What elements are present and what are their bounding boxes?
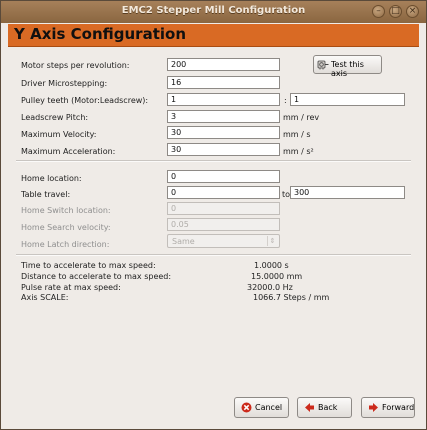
home-search-velocity-field[interactable]: 0.05	[167, 218, 280, 231]
pulley-leadscrew-field[interactable]: 1	[290, 93, 405, 106]
page-title: Y Axis Configuration	[14, 25, 187, 43]
dropdown-arrows-icon: ⇕	[267, 236, 277, 246]
back-button[interactable]: Back	[297, 397, 352, 418]
pulse-rate-value: 32000.0 Hz	[247, 283, 293, 292]
minimize-icon[interactable]: –	[372, 5, 385, 18]
travel-to-label: to	[282, 190, 291, 199]
distance-to-accelerate-label: Distance to accelerate to max speed:	[21, 272, 172, 281]
motor-steps-field[interactable]: 200	[167, 58, 280, 71]
back-label: Back	[318, 403, 338, 412]
motor-steps-label: Motor steps per revolution:	[21, 61, 130, 70]
velocity-unit: mm / s	[283, 130, 311, 139]
home-latch-direction-label: Home Latch direction:	[21, 240, 110, 249]
test-axis-button[interactable]: Test this axis	[313, 55, 382, 78]
forward-button[interactable]: Forward	[361, 397, 415, 418]
max-velocity-label: Maximum Velocity:	[21, 130, 97, 139]
configuration-window: EMC2 Stepper Mill Configuration – □ × Y …	[0, 0, 427, 430]
close-icon[interactable]: ×	[406, 5, 419, 18]
distance-to-accelerate-value: 15.0000 mm	[251, 272, 303, 281]
leadscrew-pitch-field[interactable]: 3	[167, 110, 280, 123]
pulse-rate-label: Pulse rate at max speed:	[21, 283, 121, 292]
home-latch-direction-value: Same	[172, 237, 195, 246]
axis-scale-value: 1066.7 Steps / mm	[253, 293, 330, 302]
cancel-button[interactable]: Cancel	[234, 397, 289, 418]
pulley-teeth-label: Pulley teeth (Motor:Leadscrew):	[21, 96, 149, 105]
page-header: Y Axis Configuration	[8, 24, 419, 47]
home-switch-field[interactable]: 0	[167, 202, 280, 215]
time-to-accelerate-value: 1.0000 s	[254, 261, 289, 270]
home-switch-label: Home Switch location:	[21, 206, 111, 215]
home-latch-direction-select[interactable]: Same ⇕	[167, 234, 280, 248]
cancel-label: Cancel	[255, 403, 283, 412]
title-bar[interactable]: EMC2 Stepper Mill Configuration – □ ×	[1, 1, 426, 23]
leadscrew-pitch-label: Leadscrew Pitch:	[21, 113, 89, 122]
window-title: EMC2 Stepper Mill Configuration	[121, 5, 306, 16]
microstepping-label: Driver Microstepping:	[21, 79, 108, 88]
home-search-velocity-label: Home Search velocity:	[21, 223, 111, 232]
back-arrow-icon	[305, 403, 314, 412]
separator	[16, 254, 411, 256]
max-acceleration-label: Maximum Acceleration:	[21, 147, 116, 156]
axis-scale-label: Axis SCALE:	[21, 293, 69, 302]
pulley-motor-field[interactable]: 1	[167, 93, 280, 106]
microstepping-field[interactable]: 16	[167, 76, 280, 89]
cancel-icon	[241, 402, 252, 413]
table-travel-min-field[interactable]: 0	[167, 186, 280, 199]
test-axis-label: Test this axis	[331, 60, 364, 78]
motor-icon	[317, 60, 329, 70]
table-travel-max-field[interactable]: 300	[290, 186, 405, 199]
acceleration-unit: mm / s²	[283, 147, 314, 156]
forward-arrow-icon	[369, 403, 378, 412]
max-velocity-field[interactable]: 30	[167, 126, 280, 139]
forward-label: Forward	[382, 403, 415, 412]
pulley-ratio-separator: :	[284, 96, 287, 105]
maximize-icon[interactable]: □	[389, 5, 402, 18]
max-acceleration-field[interactable]: 30	[167, 143, 280, 156]
time-to-accelerate-label: Time to accelerate to max speed:	[21, 261, 156, 270]
separator	[16, 160, 411, 162]
home-location-label: Home location:	[21, 174, 82, 183]
table-travel-label: Table travel:	[21, 190, 71, 199]
pitch-unit: mm / rev	[283, 113, 320, 122]
home-location-field[interactable]: 0	[167, 170, 280, 183]
